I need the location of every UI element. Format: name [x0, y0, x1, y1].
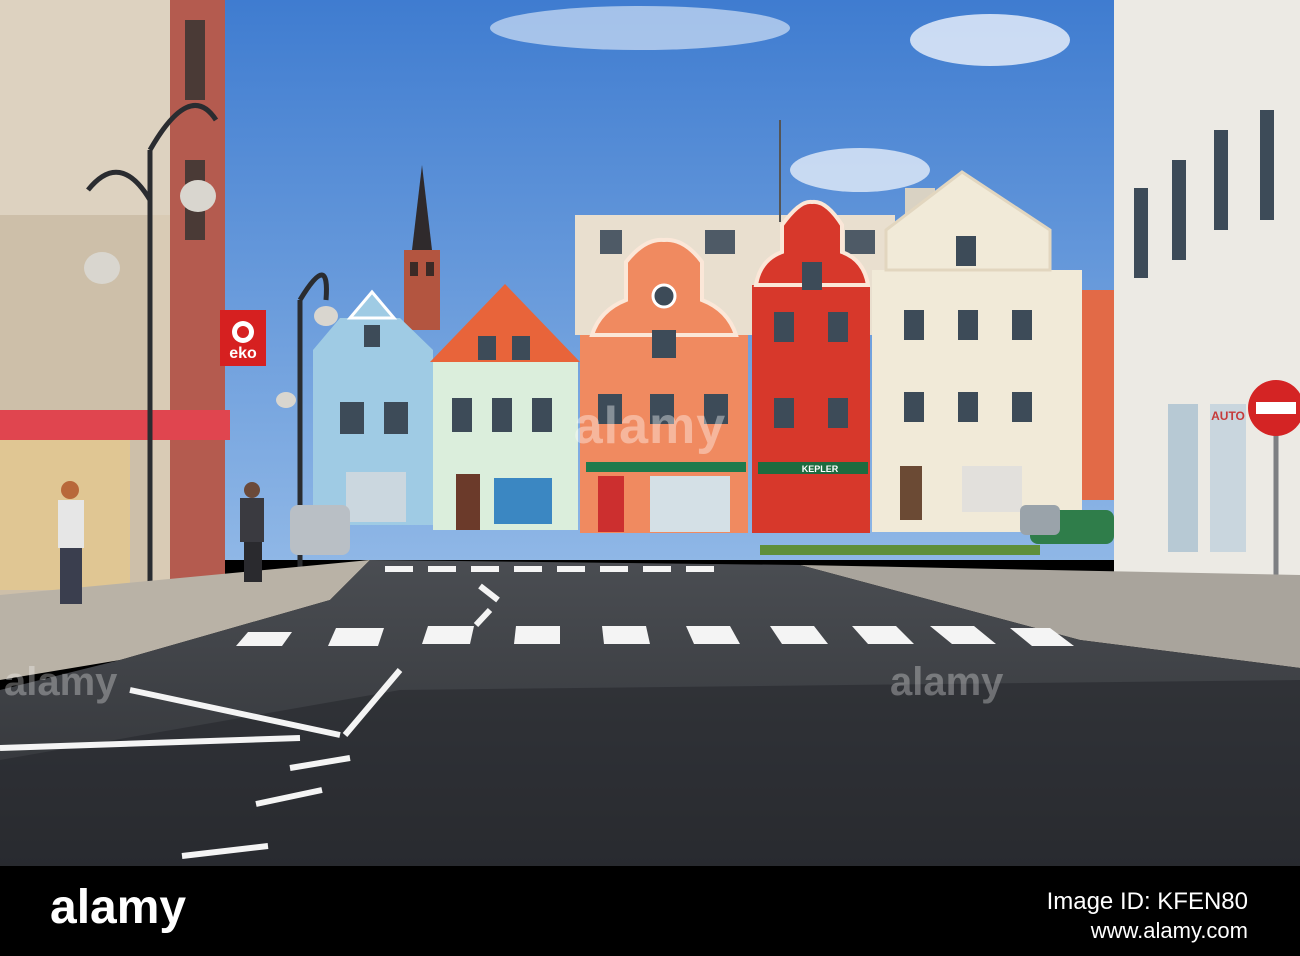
site-url[interactable]: www.alamy.com	[1091, 918, 1248, 944]
lamp-globe	[84, 252, 120, 284]
cloud	[910, 14, 1070, 66]
orange-building	[1082, 290, 1118, 500]
lamp-globe	[314, 306, 338, 326]
eko-sign-text: eko	[229, 345, 257, 362]
watermark-right: alamy	[890, 660, 1004, 704]
footer-bar: alamy Image ID: KFEN80 www.alamy.com	[0, 866, 1300, 956]
cloud	[490, 6, 790, 50]
alamy-logo[interactable]: alamy	[50, 880, 186, 935]
kepler-sign-text: KEPLER	[802, 464, 839, 474]
right-building: AUTO	[1114, 0, 1300, 610]
photo-frame: eko KEPLER AUTO alamy alamy alamy alamy …	[0, 0, 1300, 956]
watermark-center: alamy	[573, 397, 727, 455]
plaza-lawn	[760, 545, 1040, 555]
eko-sign: eko	[220, 310, 266, 366]
image-id: Image ID: KFEN80	[1046, 888, 1248, 915]
watermark-left: alamy	[4, 660, 118, 704]
cloud	[790, 148, 930, 192]
lamp-globe	[180, 180, 216, 212]
